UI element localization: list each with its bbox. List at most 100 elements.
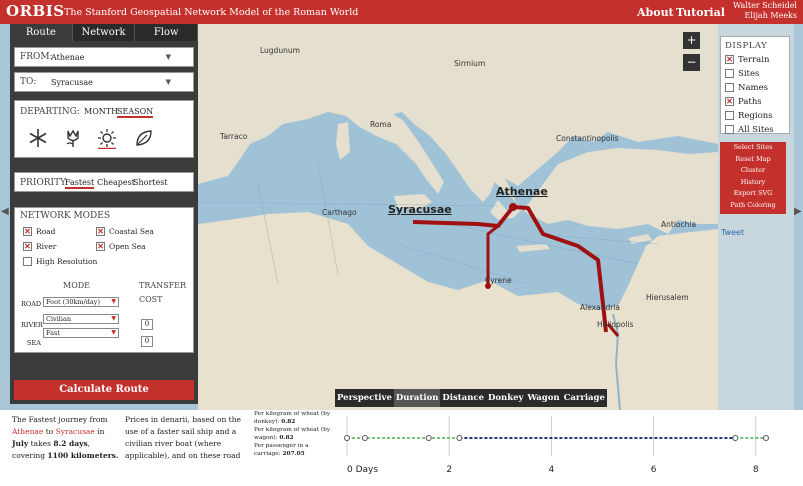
tab-flow[interactable]: Flow (135, 24, 199, 41)
winter-icon[interactable] (27, 127, 49, 149)
road-mode-select[interactable]: Foot (30km/day) ▼ (43, 297, 119, 307)
city-antiochia[interactable]: Antiochia (661, 220, 696, 229)
river-mode-value: Civilian (46, 315, 72, 323)
display-panel: DISPLAY ✕ Terrain Sites Names ✕ Paths Regi… (718, 24, 794, 410)
display-sites[interactable]: Sites (725, 69, 759, 79)
duration-timeline[interactable]: 0 Days 2 4 6 8 (335, 410, 780, 486)
sea-mode-select[interactable]: Fast ▼ (43, 328, 119, 338)
timeline-stop-point (732, 435, 739, 441)
road-checkbox[interactable]: ✕ (23, 227, 32, 236)
priority-fastest[interactable]: Fastest (65, 178, 95, 189)
open-sea-label: Open Sea (109, 242, 146, 251)
autumn-icon[interactable] (133, 127, 155, 149)
tab-network[interactable]: Network (72, 24, 136, 41)
map-view[interactable]: + − Lugdunum Sirmium Tarraco Roma Consta… (198, 24, 718, 410)
high-res-checkbox[interactable] (23, 257, 32, 266)
tab-carriage[interactable]: Carriage (562, 389, 607, 407)
zoom-out-button[interactable]: − (683, 54, 700, 71)
names-checkbox[interactable] (725, 83, 734, 92)
river-checkbox[interactable]: ✕ (23, 242, 32, 251)
city-athenae[interactable]: Athenae (496, 185, 548, 198)
timeline-tick-label: 4 (549, 465, 555, 475)
river-mode-select[interactable]: Civilian ▼ (43, 314, 119, 324)
all-sites-checkbox[interactable] (725, 125, 734, 134)
sites-label: Sites (738, 69, 760, 79)
display-regions[interactable]: Regions (725, 111, 773, 121)
coastal-sea-checkbox[interactable]: ✕ (96, 227, 105, 236)
paths-checkbox[interactable]: ✕ (725, 97, 734, 106)
to-value: Syracusae (51, 78, 93, 87)
tab-perspective[interactable]: Perspective (335, 389, 394, 407)
display-title: DISPLAY (725, 41, 768, 51)
season-toggle[interactable]: SEASON (117, 107, 154, 118)
city-sirmium[interactable]: Sirmium (454, 59, 485, 68)
display-terrain[interactable]: ✕ Terrain (725, 55, 769, 65)
spring-icon[interactable] (62, 127, 84, 149)
terrain-checkbox[interactable]: ✕ (725, 55, 734, 64)
river-row-label: RIVER (21, 321, 43, 329)
display-all-sites[interactable]: All Sites (725, 125, 774, 135)
city-tarraco[interactable]: Tarraco (220, 132, 247, 141)
city-heliopolis[interactable]: Heliopolis (597, 320, 633, 329)
city-roma[interactable]: Roma (370, 120, 391, 129)
export-svg-button[interactable]: Export SVG (720, 188, 786, 200)
timeline-stop-point (425, 435, 432, 441)
city-alexandria[interactable]: Alexandria (580, 303, 620, 312)
city-cyrene[interactable]: Cyrene (485, 276, 512, 285)
zoom-in-button[interactable]: + (683, 32, 700, 49)
app-subtitle: The Stanford Geospatial Network Model of… (64, 7, 359, 18)
city-syracusae[interactable]: Syracusae (388, 203, 452, 216)
city-carthago[interactable]: Carthago (322, 208, 357, 217)
summary-from[interactable]: Athenae (12, 427, 43, 436)
summer-icon[interactable] (96, 127, 118, 149)
chevron-down-icon: ▼ (165, 53, 171, 61)
map-canvas[interactable] (198, 24, 718, 410)
summary-to[interactable]: Syracusae (56, 427, 95, 436)
tab-route[interactable]: Route (10, 24, 73, 41)
tweet-link[interactable]: Tweet (721, 228, 744, 237)
history-button[interactable]: History (720, 177, 786, 189)
priority-cheapest[interactable]: Cheapest (97, 178, 135, 187)
collapse-right-icon[interactable]: ▶ (794, 206, 802, 217)
city-lugdunum[interactable]: Lugdunum (260, 46, 300, 55)
names-label: Names (738, 83, 768, 93)
calculate-route-button[interactable]: Calculate Route (14, 380, 194, 400)
from-select[interactable]: FROM: Athenae ▼ (14, 47, 194, 67)
tab-donkey[interactable]: Donkey (486, 389, 525, 407)
display-paths[interactable]: ✕ Paths (725, 97, 762, 107)
priority-shortest[interactable]: Shortest (133, 178, 168, 187)
to-select[interactable]: TO: Syracusae ▼ (14, 72, 194, 92)
summary-month: July (12, 439, 29, 448)
city-hierusalem[interactable]: Hierusalem (646, 293, 689, 302)
select-sites-button[interactable]: Select Sites (720, 142, 786, 154)
panel-tabs: Route Network Flow (10, 24, 199, 41)
timeline-stop-point (763, 435, 769, 441)
collapse-left-icon[interactable]: ◀ (1, 206, 9, 217)
path-coloring-button[interactable]: Path Coloring (720, 200, 786, 212)
tab-wagon[interactable]: Wagon (525, 389, 561, 407)
chart-tabs: Perspective Duration Distance Donkey Wag… (335, 389, 607, 407)
city-constantinopolis[interactable]: Constantinopolis (556, 134, 619, 143)
author-2[interactable]: Elijah Meeks (733, 11, 797, 21)
sites-checkbox[interactable] (725, 69, 734, 78)
tab-duration[interactable]: Duration (393, 389, 441, 407)
tab-distance[interactable]: Distance (440, 389, 486, 407)
author-1[interactable]: Walter Scheidel (733, 1, 797, 11)
nav-about[interactable]: About (637, 6, 674, 19)
timeline-background (335, 410, 780, 486)
cluster-button[interactable]: Cluster (720, 165, 786, 177)
month-toggle[interactable]: MONTH (84, 107, 118, 116)
chevron-down-icon: ▼ (111, 298, 116, 305)
open-sea-checkbox[interactable]: ✕ (96, 242, 105, 251)
athenae-marker[interactable] (509, 203, 517, 211)
transfer-cost-input-2[interactable]: 0 (141, 336, 153, 347)
reset-map-button[interactable]: Reset Map (720, 154, 786, 166)
brand-logo[interactable]: ORBIS (6, 2, 65, 20)
nav-tutorial[interactable]: Tutorial (676, 6, 725, 19)
display-names[interactable]: Names (725, 83, 768, 93)
sea-mode-value: Fast (46, 329, 60, 337)
from-value: Athenae (51, 53, 85, 62)
network-modes-box: NETWORK MODES ✕ Road ✕ Coastal Sea ✕ Riv… (14, 207, 194, 353)
transfer-cost-input-1[interactable]: 0 (141, 319, 153, 330)
regions-checkbox[interactable] (725, 111, 734, 120)
